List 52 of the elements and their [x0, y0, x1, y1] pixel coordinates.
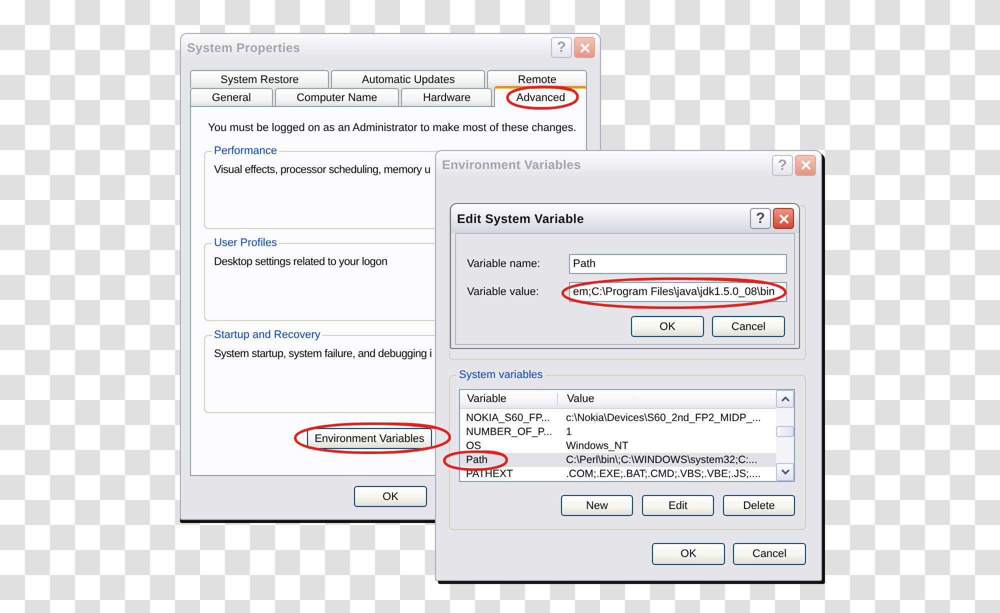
variable-name: NOKIA_S60_FP... [465, 411, 551, 425]
tab[interactable]: Automatic Updates [331, 70, 486, 88]
scrollbar[interactable] [776, 390, 794, 481]
scroll-up-button[interactable] [776, 390, 794, 408]
scroll-down-button[interactable] [776, 463, 794, 481]
list-row[interactable]: NUMBER_OF_P... 1 [460, 425, 776, 439]
group-description: Desktop settings related to your logon [214, 256, 388, 269]
dialog-button[interactable]: OK [631, 316, 704, 337]
list-row[interactable]: NOKIA_S60_FP... c:\Nokia\Devices\S60_2nd_FP2_MIDP_... [460, 411, 776, 425]
chevron-down-icon [780, 469, 790, 475]
field-label: Variable name: [467, 258, 542, 270]
scrollbar-thumb[interactable] [776, 426, 794, 437]
dialog-button[interactable]: OK [652, 543, 725, 565]
help-button[interactable]: ? [750, 208, 771, 229]
window-title: Environment Variables [442, 158, 582, 172]
window-title: Edit System Variable [457, 212, 585, 226]
list-row[interactable]: OS Windows_NT [460, 439, 776, 453]
list-button[interactable]: Edit [642, 495, 714, 516]
variable-value: 1 [565, 425, 573, 439]
list-button[interactable]: New [561, 495, 633, 516]
close-button[interactable] [773, 208, 794, 229]
variable-value: c:\Nokia\Devices\S60_2nd_FP2_MIDP_... [565, 411, 762, 425]
dialog-button[interactable]: Cancel [733, 543, 806, 565]
group-title: Startup and Recovery [212, 329, 322, 342]
close-icon [800, 160, 810, 170]
tab[interactable]: Hardware [401, 88, 492, 106]
text-field[interactable]: Path [569, 254, 787, 274]
variable-name: Path [465, 453, 489, 467]
group-description: Visual effects, processor scheduling, memory u [214, 164, 430, 177]
chevron-up-icon [780, 396, 790, 402]
variable-name: OS [465, 439, 482, 453]
notice-text: You must be logged on as an Administrator to make most of these changes. [208, 122, 576, 135]
dialog-button[interactable]: Cancel [712, 316, 785, 337]
field-label: Variable value: [467, 286, 540, 298]
variable-name: NUMBER_OF_P... [465, 425, 554, 439]
column-header[interactable]: Value [558, 393, 776, 405]
variable-value: C:\Perl\bin\;C:\WINDOWS\system32;C:... [565, 453, 758, 467]
tab[interactable]: Computer Name [274, 88, 400, 106]
group-title: System variables [457, 369, 545, 382]
column-header[interactable]: Variable [460, 393, 558, 405]
tab[interactable]: General [190, 88, 273, 106]
tab[interactable]: System Restore [190, 70, 330, 88]
dialog-button[interactable]: OK [354, 486, 427, 507]
variable-value: .COM;.EXE;.BAT;.CMD;.VBS;.VBE;.JS;.... [565, 467, 762, 481]
window-title: System Properties [187, 40, 302, 54]
list-button[interactable]: Delete [723, 495, 795, 516]
tab[interactable]: Advanced [494, 86, 588, 107]
close-icon [580, 42, 590, 52]
close-icon [778, 214, 788, 224]
tab[interactable]: Remote [487, 70, 587, 88]
group-description: System startup, system failure, and debugging i [214, 348, 432, 361]
variable-value: Windows_NT [565, 439, 630, 453]
